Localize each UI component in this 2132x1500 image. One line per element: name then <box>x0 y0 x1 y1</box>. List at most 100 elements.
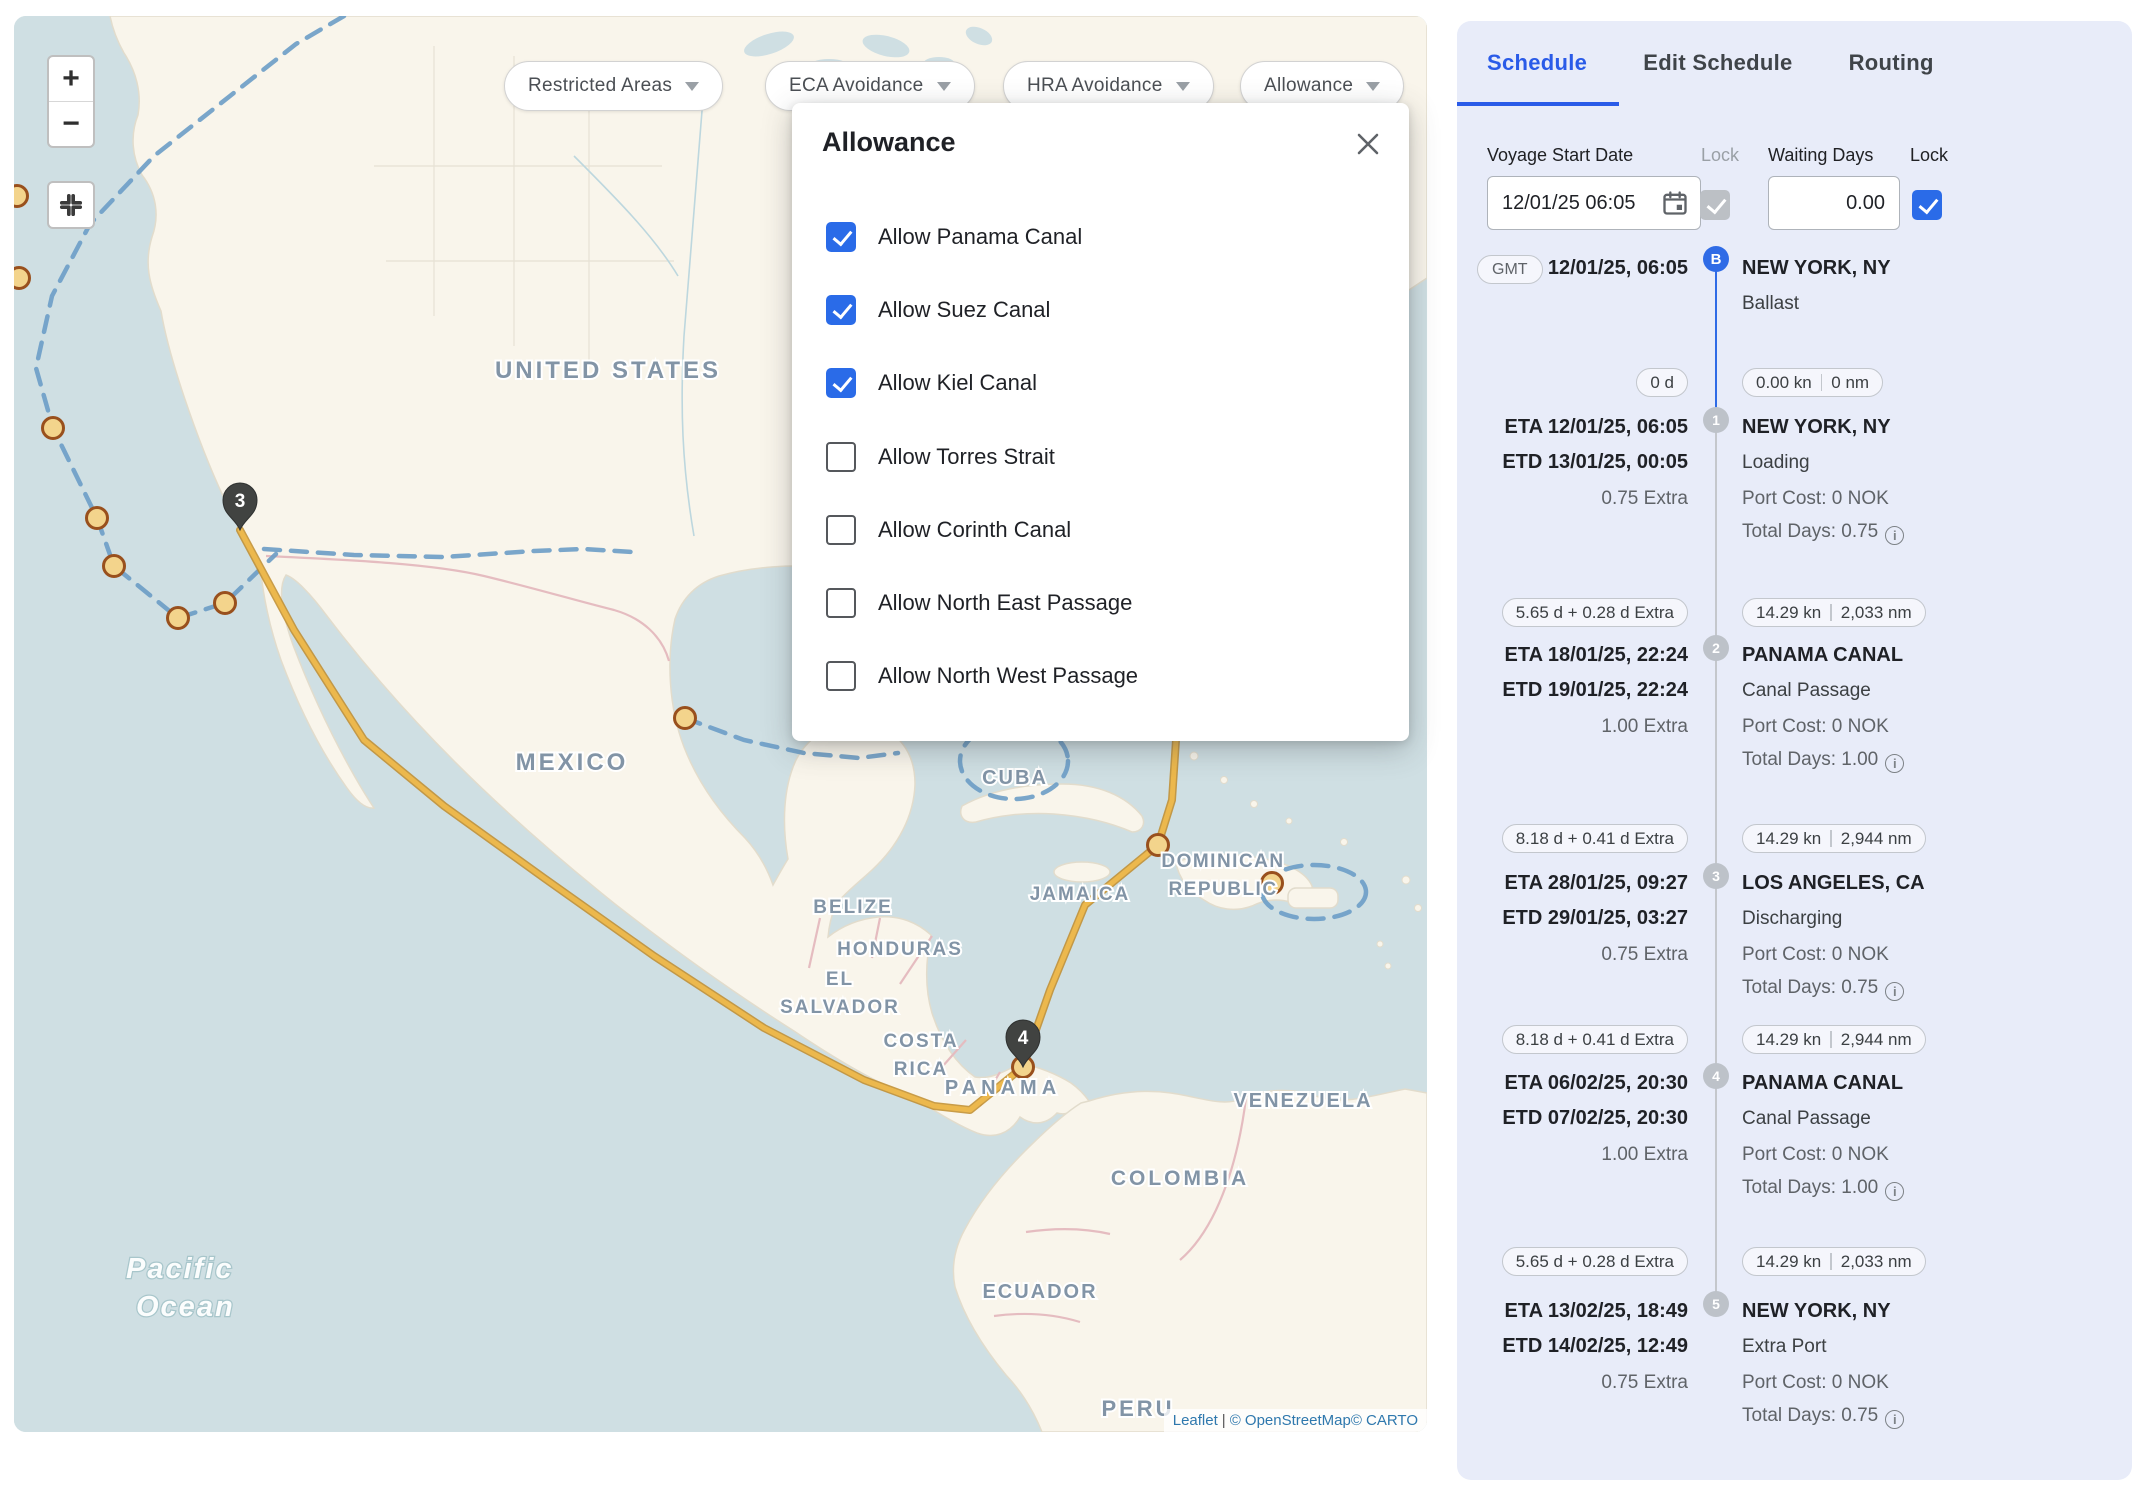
lock-date-checkbox[interactable] <box>1700 190 1730 220</box>
option-label: Allow North West Passage <box>878 663 1138 689</box>
stop-etd: ETD 14/02/25, 12:49 <box>1502 1333 1688 1359</box>
allowance-label: Allowance <box>1264 75 1353 97</box>
leg-duration-badge: 5.65 d + 0.28 d Extra <box>1502 598 1688 627</box>
allowance-option-panama[interactable]: Allow Panama Canal <box>826 222 1082 252</box>
timezone-badge[interactable]: GMT <box>1477 255 1543 284</box>
stop-port-cost: Port Cost: 0 NOK <box>1742 1142 1889 1168</box>
divider <box>1830 1253 1832 1270</box>
stop-marker[interactable]: 1 <box>1703 407 1729 433</box>
leg-speed: 0.00 kn <box>1756 373 1812 393</box>
divider <box>1830 830 1832 847</box>
stop-marker[interactable]: 5 <box>1703 1291 1729 1317</box>
stop-marker[interactable]: 2 <box>1703 635 1729 661</box>
stop-eta: ETA 18/01/25, 22:24 <box>1505 642 1688 668</box>
stop-eta: ETA 06/02/25, 20:30 <box>1505 1070 1688 1096</box>
allowance-option-nw-passage[interactable]: Allow North West Passage <box>826 661 1138 691</box>
info-icon[interactable] <box>1885 526 1904 545</box>
restricted-areas-button[interactable]: Restricted Areas <box>504 61 723 111</box>
stop-title: PANAMA CANAL <box>1742 1070 1903 1096</box>
checkbox[interactable] <box>826 368 856 398</box>
stop-marker[interactable]: 3 <box>1703 863 1729 889</box>
checkbox[interactable] <box>826 295 856 325</box>
stop-total-days: Total Days: 0.75 <box>1742 1403 1904 1429</box>
waiting-days-input[interactable] <box>1768 176 1900 230</box>
chevron-down-icon <box>685 82 699 91</box>
stop-port-cost: Port Cost: 0 NOK <box>1742 1370 1889 1396</box>
allowance-dialog: Allowance Allow Panama Canal Allow Suez … <box>792 103 1409 741</box>
hra-avoidance-label: HRA Avoidance <box>1027 75 1163 97</box>
fit-bounds-icon <box>58 192 84 218</box>
zoom-out-button[interactable]: − <box>49 102 93 146</box>
allowance-option-ne-passage[interactable]: Allow North East Passage <box>826 588 1132 618</box>
map-label: ECUADOR <box>982 1281 1097 1303</box>
leg-row: 8.18 d + 0.41 d Extra <box>1502 824 1688 853</box>
stop-eta: ETA 12/01/25, 06:05 <box>1505 414 1688 440</box>
option-label: Allow Kiel Canal <box>878 370 1037 396</box>
checkbox[interactable] <box>826 442 856 472</box>
map-label: SALVADOR <box>780 997 900 1018</box>
voyage-start-date-field <box>1487 176 1701 230</box>
stop-eta: ETA 28/01/25, 09:27 <box>1505 870 1688 896</box>
allowance-option-kiel[interactable]: Allow Kiel Canal <box>826 368 1037 398</box>
leg-speed-distance-badge: 14.29 kn2,944 nm <box>1742 824 1926 853</box>
checkbox[interactable] <box>826 588 856 618</box>
stop-port-cost: Port Cost: 0 NOK <box>1742 714 1889 740</box>
stop-total-days: Total Days: 1.00 <box>1742 1175 1904 1201</box>
restricted-areas-label: Restricted Areas <box>528 75 672 97</box>
svg-text:3: 3 <box>235 491 246 512</box>
leg-row: 14.29 kn2,033 nm <box>1742 1247 1926 1276</box>
stop-activity: Canal Passage <box>1742 1106 1871 1132</box>
tab-routing[interactable]: Routing <box>1849 50 1934 76</box>
allowance-option-corinth[interactable]: Allow Corinth Canal <box>826 515 1071 545</box>
leg-speed-distance-badge: 14.29 kn2,944 nm <box>1742 1025 1926 1054</box>
chevron-down-icon <box>937 82 951 91</box>
zoom-control: + − <box>47 55 95 148</box>
info-icon[interactable] <box>1885 1410 1904 1429</box>
checkbox[interactable] <box>826 222 856 252</box>
chevron-down-icon <box>1366 82 1380 91</box>
stop-marker[interactable]: 4 <box>1703 1063 1729 1089</box>
leg-duration-badge: 5.65 d + 0.28 d Extra <box>1502 1247 1688 1276</box>
close-button[interactable] <box>1353 129 1383 159</box>
island-puerto-rico <box>1288 888 1338 908</box>
info-icon[interactable] <box>1885 754 1904 773</box>
map-label: RICA <box>894 1059 948 1080</box>
leg-speed-distance-badge: 14.29 kn2,033 nm <box>1742 1247 1926 1276</box>
tab-edit-schedule[interactable]: Edit Schedule <box>1643 50 1792 76</box>
voyage-planner-app: UNITED STATES MEXICO CUBA JAMAICA DOMINI… <box>0 0 2132 1500</box>
map-label: PANAMA <box>945 1077 1061 1099</box>
info-icon[interactable] <box>1885 982 1904 1001</box>
leaflet-link[interactable]: Leaflet <box>1173 1412 1218 1429</box>
checkbox[interactable] <box>826 661 856 691</box>
zoom-in-button[interactable]: + <box>49 57 93 101</box>
lock-date-label: Lock <box>1701 145 1739 166</box>
lock-waiting-checkbox[interactable] <box>1912 190 1942 220</box>
checkbox[interactable] <box>826 515 856 545</box>
leg-row: 14.29 kn2,033 nm <box>1742 598 1926 627</box>
allowance-option-suez[interactable]: Allow Suez Canal <box>826 295 1050 325</box>
leg-speed: 14.29 kn <box>1756 603 1821 623</box>
start-marker[interactable]: B <box>1703 246 1729 272</box>
map-label: MEXICO <box>516 749 629 776</box>
leg-distance: 2,944 nm <box>1841 1030 1912 1050</box>
waiting-days-field <box>1768 176 1900 230</box>
info-icon[interactable] <box>1885 1182 1904 1201</box>
stop-total-days: Total Days: 0.75 <box>1742 975 1904 1001</box>
carto-link[interactable]: © CARTO <box>1351 1412 1418 1429</box>
leg-row: 8.18 d + 0.41 d Extra <box>1502 1025 1688 1054</box>
map-label: COSTA <box>883 1031 958 1052</box>
leg-row: 0.00 kn0 nm <box>1742 368 1883 397</box>
leg-row: 0 d <box>1636 368 1688 397</box>
stop-title: PANAMA CANAL <box>1742 642 1903 668</box>
stop-extra: 1.00 Extra <box>1601 714 1688 740</box>
stop-etd: ETD 07/02/25, 20:30 <box>1502 1105 1688 1131</box>
timeline-axis-segment <box>1715 259 1717 420</box>
allowance-option-torres[interactable]: Allow Torres Strait <box>826 442 1055 472</box>
stop-activity: Canal Passage <box>1742 678 1871 704</box>
stop-etd: ETD 19/01/25, 22:24 <box>1502 677 1688 703</box>
calendar-icon[interactable] <box>1661 189 1689 217</box>
option-label: Allow Corinth Canal <box>878 517 1071 543</box>
fit-bounds-button[interactable] <box>47 181 95 229</box>
tab-schedule[interactable]: Schedule <box>1487 50 1587 76</box>
osm-link[interactable]: © OpenStreetMap <box>1230 1412 1351 1429</box>
